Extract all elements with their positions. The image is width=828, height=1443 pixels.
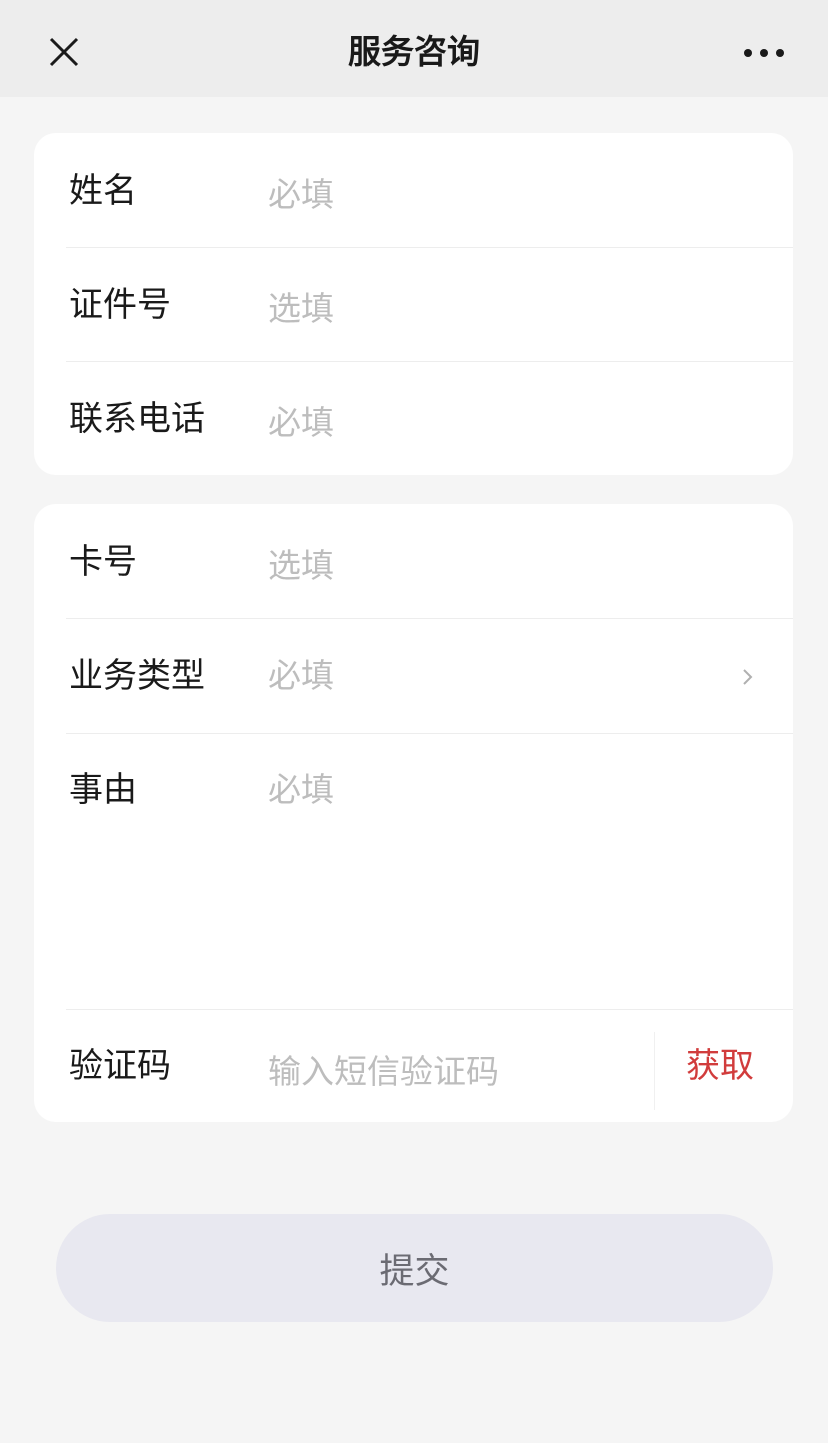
id-number-label: 证件号 [69, 285, 171, 325]
chevron-right-icon [743, 669, 753, 685]
navigation-bar: 服务咨询 [0, 0, 828, 97]
more-horizontal-icon [744, 49, 784, 57]
divider [66, 247, 793, 248]
page-title: 服务咨询 [348, 32, 480, 71]
business-type-label: 业务类型 [69, 656, 205, 696]
card-number-input[interactable] [268, 544, 733, 588]
more-button[interactable] [740, 40, 790, 66]
divider [66, 618, 793, 619]
sms-code-label: 验证码 [69, 1046, 171, 1086]
consultation-card: 卡号 业务类型 事由 验证码 获取 [34, 504, 793, 1122]
name-label: 姓名 [69, 171, 137, 211]
id-number-input[interactable] [268, 287, 733, 331]
card-number-label: 卡号 [69, 542, 137, 582]
business-type-select[interactable] [268, 654, 733, 698]
divider [66, 733, 793, 734]
reason-label: 事由 [69, 770, 137, 810]
sms-code-input[interactable] [268, 1050, 643, 1094]
reason-textarea[interactable] [268, 768, 733, 968]
get-code-button[interactable]: 获取 [686, 1044, 754, 1088]
phone-input[interactable] [268, 401, 733, 445]
phone-label: 联系电话 [69, 399, 205, 439]
personal-info-card: 姓名 证件号 联系电话 [34, 133, 793, 475]
divider [654, 1032, 655, 1110]
submit-button[interactable]: 提交 [56, 1214, 773, 1322]
divider [66, 361, 793, 362]
name-input[interactable] [268, 173, 733, 217]
divider [66, 1009, 793, 1010]
